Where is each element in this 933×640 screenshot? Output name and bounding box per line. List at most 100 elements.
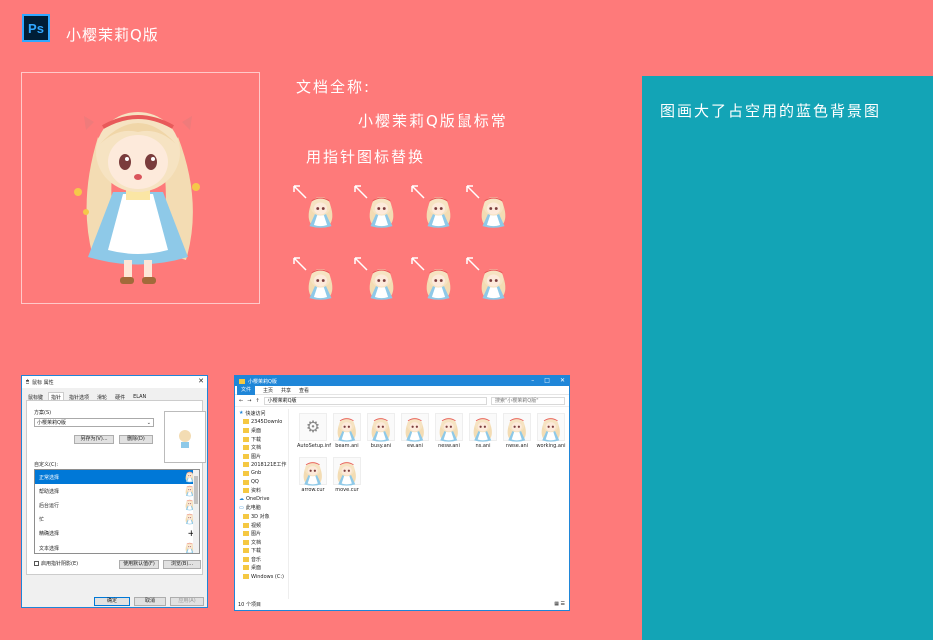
- nav-item[interactable]: 3D 对象: [237, 512, 288, 521]
- back-arrow-icon[interactable]: ←: [239, 398, 243, 404]
- cancel-button[interactable]: 取消: [134, 597, 166, 606]
- cursor-role-list[interactable]: 正常选择 帮助选择 后台运行 忙 精确选择 + 文本选择: [34, 469, 200, 554]
- shadow-checkbox[interactable]: [34, 561, 39, 566]
- nav-item[interactable]: 图片: [237, 529, 288, 538]
- file-item[interactable]: ns.ani: [467, 413, 499, 449]
- ribbon-tab-share[interactable]: 共享: [281, 387, 291, 394]
- move-cursor-sprite: [410, 256, 458, 300]
- file-item[interactable]: working.ani: [535, 413, 567, 449]
- search-input[interactable]: 搜索"小樱茉莉Q版": [491, 396, 565, 405]
- nav-item-label: OneDrive: [246, 496, 270, 503]
- file-item[interactable]: busy.ani: [365, 413, 397, 449]
- nav-item[interactable]: 音乐: [237, 555, 288, 564]
- file-item[interactable]: nesw.ani: [433, 413, 465, 449]
- cursor-role-row[interactable]: 帮助选择: [35, 484, 199, 498]
- folder-icon: [243, 419, 249, 425]
- nav-item[interactable]: 文档: [237, 443, 288, 452]
- save-as-button[interactable]: 另存为(V)...: [74, 435, 114, 444]
- chibi-character-image: [74, 112, 200, 284]
- cursor-role-row[interactable]: 文本选择: [35, 541, 199, 553]
- cursor-role-row[interactable]: 忙: [35, 513, 199, 527]
- up-arrow-icon[interactable]: ↑: [255, 398, 259, 404]
- folder-icon: [243, 548, 249, 554]
- minimize-icon[interactable]: –: [531, 377, 534, 384]
- file-name: busy.ani: [370, 443, 392, 449]
- ribbon-tab-file[interactable]: 文件: [237, 385, 256, 395]
- computer-icon: ▭: [239, 504, 244, 511]
- file-item[interactable]: arrow.cur: [297, 457, 329, 493]
- nav-item[interactable]: 桌面: [237, 564, 288, 573]
- address-bar[interactable]: 小樱茉莉Q版: [263, 396, 487, 405]
- ok-button[interactable]: 确定: [94, 597, 130, 606]
- item-count: 10 个项目: [238, 602, 261, 608]
- cursor-file-icon: [469, 413, 497, 442]
- nav-item-label: 3D 对象: [251, 513, 270, 520]
- nav-item[interactable]: QQ: [237, 478, 288, 487]
- cursor-role-label: 文本选择: [39, 545, 60, 552]
- panel-title: 图画大了占空用的蓝色背景图: [660, 102, 882, 120]
- apply-button[interactable]: 应用(A): [170, 597, 204, 606]
- nav-item-label: QQ: [251, 479, 259, 486]
- ribbon-tab-home[interactable]: 主页: [263, 387, 273, 394]
- cursor-file-icon: [435, 413, 463, 442]
- file-item[interactable]: ⚙ AutoSetup.inf: [297, 413, 331, 449]
- view-toggle-icon[interactable]: ▦ ☰: [554, 601, 565, 608]
- folder-icon: [243, 445, 249, 451]
- browse-button[interactable]: 浏览(B)...: [163, 560, 201, 569]
- ribbon-tabs: 文件 主页 共享 查看: [235, 385, 569, 395]
- blue-background-panel: [642, 76, 933, 640]
- ribbon-tab-view[interactable]: 查看: [299, 387, 309, 394]
- file-name: beam.ani: [335, 443, 359, 449]
- nav-item-label: 桌面: [251, 427, 262, 434]
- nav-item[interactable]: 下载: [237, 435, 288, 444]
- maximize-icon[interactable]: □: [544, 377, 550, 384]
- brand-title: 小樱茉莉Q版: [66, 26, 159, 44]
- file-name: nwse.ani: [505, 443, 529, 449]
- cursor-role-row[interactable]: 后台运行: [35, 498, 199, 512]
- nav-item[interactable]: 视频: [237, 521, 288, 530]
- delete-button[interactable]: 删除(D): [119, 435, 153, 444]
- scrollbar-thumb[interactable]: [194, 476, 198, 504]
- nav-item-label: 下载: [251, 436, 262, 443]
- use-default-button[interactable]: 使用默认值(F): [119, 560, 159, 569]
- nav-item[interactable]: 2345Downlo: [237, 418, 288, 427]
- file-item[interactable]: beam.ani: [331, 413, 363, 449]
- scheme-select[interactable]: 小樱茉莉Q版 ⌄: [34, 418, 154, 427]
- file-item[interactable]: nwse.ani: [501, 413, 533, 449]
- folder-icon: [243, 453, 249, 459]
- nav-item[interactable]: 2018121E工作: [237, 461, 288, 470]
- nav-onedrive[interactable]: ☁ OneDrive: [237, 495, 288, 504]
- pointers-panel: 方案(S) 小樱茉莉Q版 ⌄ 另存为(V)... 删除(D) 自定义(C): 正…: [26, 400, 206, 575]
- nav-item[interactable]: Windows (C:): [237, 572, 288, 581]
- forward-arrow-icon[interactable]: →: [247, 398, 251, 404]
- photoshop-logo: Ps: [22, 14, 50, 42]
- nav-item[interactable]: 文档: [237, 538, 288, 547]
- window-title: 鼠标 属性: [32, 379, 54, 386]
- scheme-value: 小樱茉莉Q版: [37, 420, 66, 426]
- file-item[interactable]: move.cur: [331, 457, 363, 493]
- nav-item[interactable]: 桌面: [237, 426, 288, 435]
- close-icon[interactable]: ✕: [560, 377, 565, 384]
- nav-item[interactable]: 图片: [237, 452, 288, 461]
- nav-this-pc[interactable]: ▭ 此电脑: [237, 504, 288, 513]
- cursor-role-row[interactable]: 精确选择 +: [35, 527, 199, 541]
- star-icon: ★: [239, 410, 244, 417]
- close-icon[interactable]: ✕: [198, 377, 204, 385]
- nav-item-label: 桌面: [251, 565, 262, 572]
- cursor-role-row[interactable]: 正常选择: [35, 470, 199, 485]
- description-line-1: 小樱茉莉Q版鼠标常: [358, 112, 508, 130]
- cursor-file-icon: [333, 413, 361, 442]
- folder-icon: [243, 574, 249, 580]
- nav-item[interactable]: 资料: [237, 486, 288, 495]
- nav-item-label: 下载: [251, 548, 262, 555]
- list-scrollbar[interactable]: [193, 470, 199, 553]
- nav-item[interactable]: Gnb: [237, 469, 288, 478]
- nav-quick-access[interactable]: ★ 快速访问: [237, 409, 288, 418]
- shadow-checkbox-row[interactable]: 启用指针阴影(E): [34, 560, 78, 567]
- cursor-file-icon: [503, 413, 531, 442]
- file-item[interactable]: ew.ani: [399, 413, 431, 449]
- nav-item[interactable]: 下载: [237, 547, 288, 556]
- cursor-file-icon: [537, 413, 565, 442]
- diagonal-resize-cursor-2-sprite: [353, 256, 401, 300]
- chevron-down-icon: ⌄: [146, 420, 151, 426]
